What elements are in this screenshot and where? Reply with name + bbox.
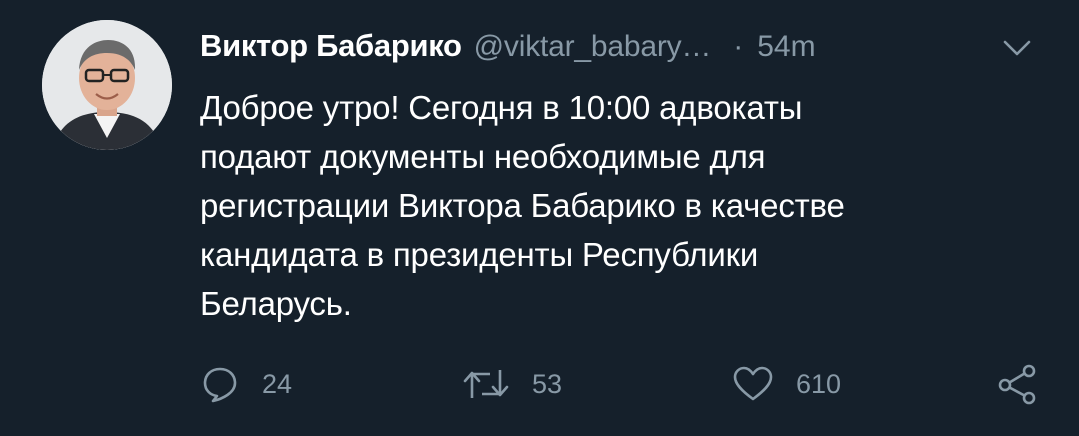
tweet-card[interactable]: Виктор Бабарико @viktar_babary… · 54m До… xyxy=(0,0,1079,436)
like-count: 610 xyxy=(796,368,842,399)
chevron-down-icon[interactable] xyxy=(1000,36,1034,60)
heart-icon xyxy=(732,364,774,404)
tweet-text: Доброе утро! Сегодня в 10:00 адвокаты по… xyxy=(200,89,845,322)
header-separator: · xyxy=(733,30,744,63)
avatar[interactable] xyxy=(42,20,172,150)
like-button[interactable]: 610 xyxy=(732,356,841,412)
avatar-photo xyxy=(42,20,172,150)
reply-icon xyxy=(200,364,240,404)
retweet-button[interactable]: 53 xyxy=(462,356,562,412)
reply-button[interactable]: 24 xyxy=(200,356,292,412)
share-button[interactable] xyxy=(996,356,1040,412)
tweet-timestamp[interactable]: 54m xyxy=(757,30,815,64)
share-icon xyxy=(996,362,1040,406)
retweet-icon xyxy=(462,364,510,404)
tweet-actions: 24 53 610 xyxy=(0,356,1079,412)
tweet-header: Виктор Бабарико @viktar_babary… · 54m xyxy=(200,28,816,68)
author-display-name[interactable]: Виктор Бабарико xyxy=(200,28,462,64)
retweet-count: 53 xyxy=(532,368,563,399)
reply-count: 24 xyxy=(262,368,293,399)
author-handle[interactable]: @viktar_babary… xyxy=(474,30,712,64)
